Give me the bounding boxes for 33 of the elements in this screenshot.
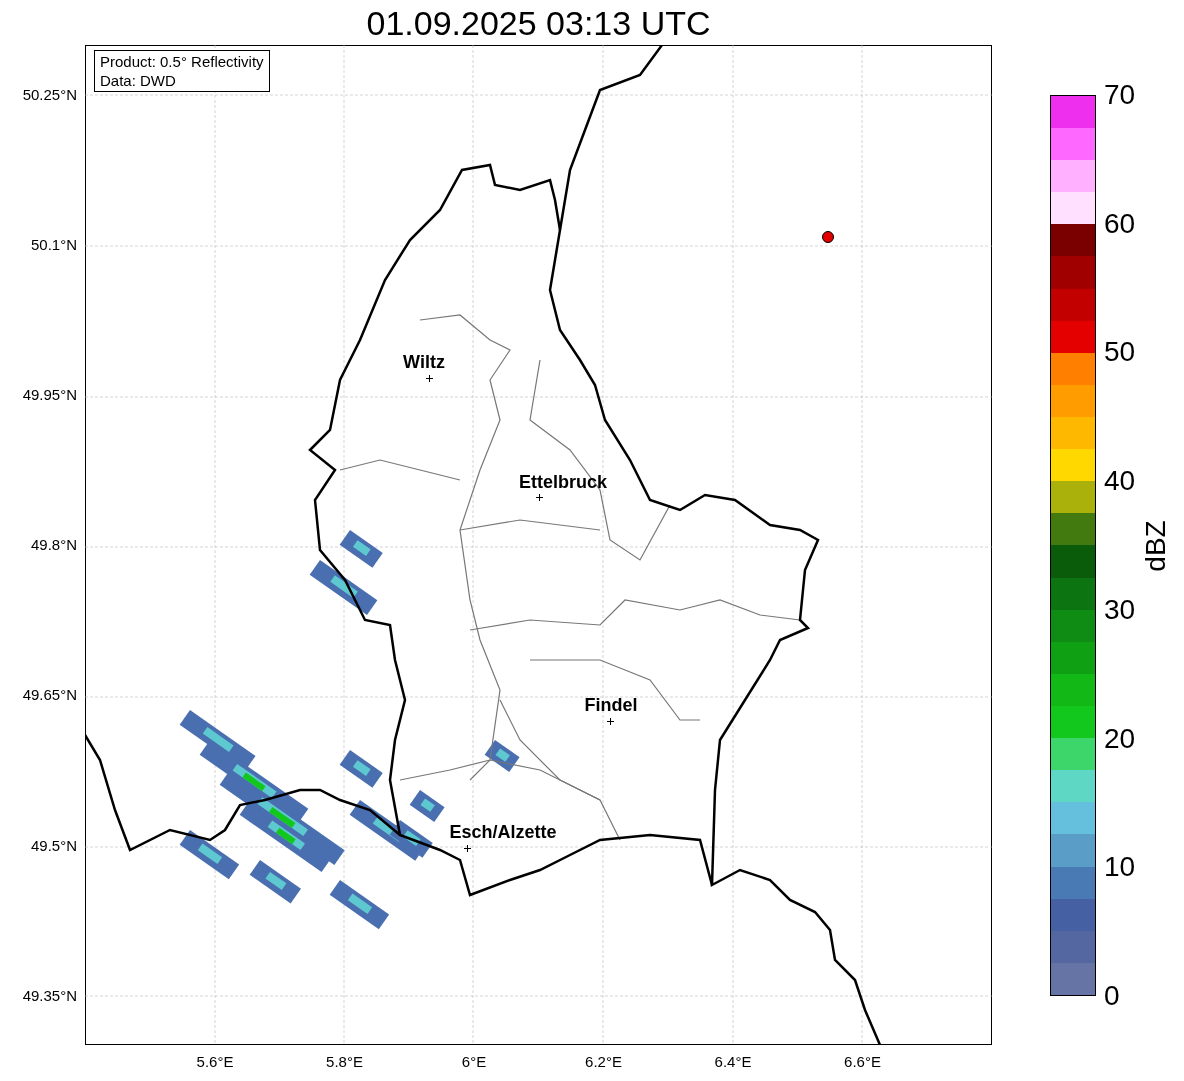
colorbar-tick-label: 0	[1104, 982, 1120, 1010]
y-tick-label: 50.1°N	[30, 234, 77, 255]
colorbar-tick-label: 50	[1104, 338, 1136, 367]
y-tick-label: 49.65°N	[22, 685, 77, 706]
x-tick-label: 6°E	[461, 1052, 487, 1072]
y-tick-label: 49.5°N	[30, 835, 77, 856]
y-tick-label: 49.95°N	[22, 384, 77, 405]
colorbar-label: dBZ	[1139, 519, 1172, 572]
x-tick-label: 6.4°E	[714, 1052, 752, 1072]
info-text: Data: DWD	[100, 71, 177, 90]
y-tick-label: 49.8°N	[30, 535, 77, 556]
y-tick-label: 49.35°N	[22, 985, 77, 1006]
city-label: Wiltz	[403, 350, 445, 374]
colorbar-tick-label: 60	[1104, 209, 1136, 238]
city-marker-icon	[535, 493, 543, 501]
colorbar-tick-label: 70	[1104, 81, 1136, 109]
city-label: Ettelbruck	[519, 470, 607, 494]
city-label: Esch/Alzette	[449, 820, 557, 844]
colorbar-tick-label: 40	[1104, 467, 1136, 496]
colorbar-tick-label: 30	[1104, 595, 1136, 624]
city-label: Findel	[584, 693, 638, 717]
info-text: Product: 0.5° Reflectivity	[100, 52, 264, 71]
chart-title: 01.09.2025 03:13 UTC	[366, 5, 711, 40]
x-tick-label: 6.2°E	[585, 1052, 622, 1072]
city-marker-icon	[606, 717, 614, 725]
colorbar-tick-label: 10	[1104, 853, 1136, 882]
y-tick-label: 50.25°N	[22, 84, 77, 105]
x-tick-label: 5.6°E	[196, 1052, 234, 1072]
colorbar-tick-label: 20	[1104, 724, 1136, 753]
city-marker-icon	[425, 374, 433, 382]
city-marker-icon	[463, 844, 471, 852]
x-tick-label: 6.6°E	[844, 1052, 881, 1072]
x-tick-label: 5.8°E	[326, 1052, 363, 1072]
